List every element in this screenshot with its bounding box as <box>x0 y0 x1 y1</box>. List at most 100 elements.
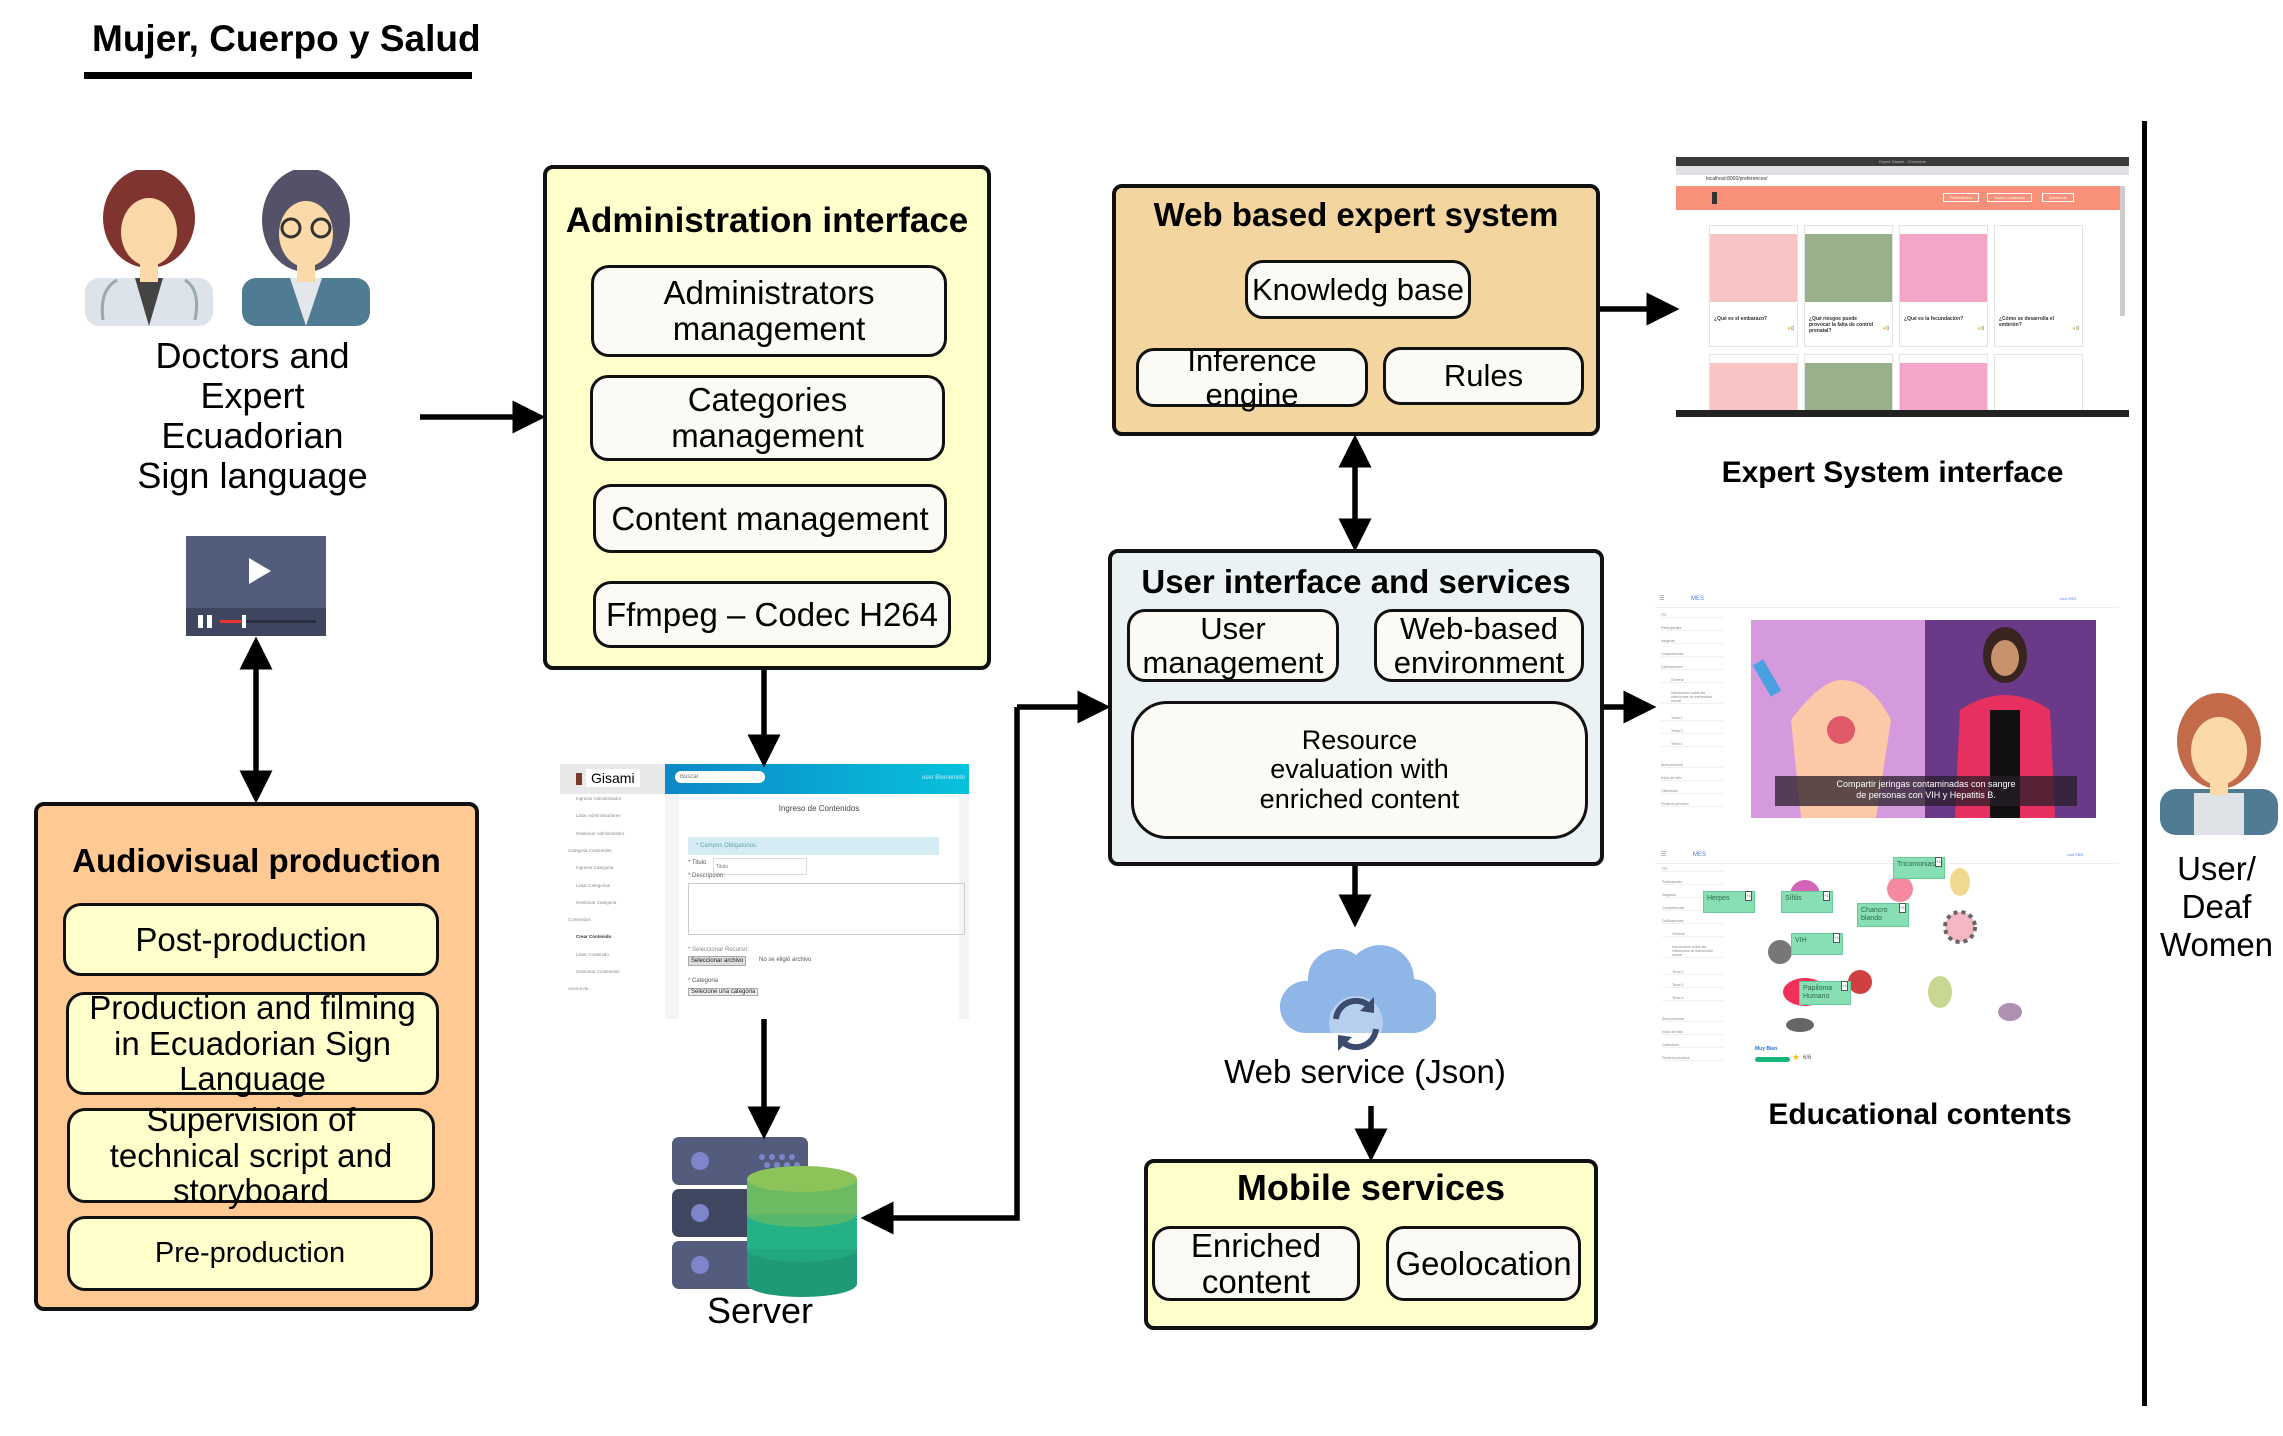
edu-screenshot-caption: Educational contents <box>1768 1098 2072 1131</box>
edu-sidebar-item[interactable]: Tema 4 <box>1661 742 1723 747</box>
nav-preferencias[interactable]: Preferencias <box>1943 193 1980 202</box>
card-image <box>1710 234 1797 302</box>
edu-sidebar-item[interactable]: Inicio del sitio <box>1662 1030 1724 1035</box>
edu-brand: MES <box>1691 596 1705 602</box>
edu-sidebar-item[interactable]: Área personal <box>1662 1017 1724 1022</box>
edu-sidebar-item[interactable]: Ficheros privados <box>1662 1056 1724 1061</box>
scrollbar[interactable] <box>2120 186 2125 316</box>
content-card[interactable] <box>1899 354 1988 416</box>
edu-sidebar-item[interactable]: Insignias <box>1661 639 1723 644</box>
admin-sidebar-item[interactable]: Listar Categorias <box>576 883 610 888</box>
doctors-icon <box>85 170 370 326</box>
address-bar[interactable]: localhost:8000/preferences/ <box>1706 176 1767 182</box>
rating-value: 0 <box>1981 326 1984 332</box>
inference-engine-box: Inference engine <box>1136 344 1368 411</box>
edu-sidebar-item[interactable]: Tema 3 <box>1661 729 1723 734</box>
admin-sidebar-item[interactable]: Ingresar Categoria <box>576 865 613 870</box>
geolocation-box: Geolocation <box>1386 1226 1581 1301</box>
video-subtitle: Compartir jeringas contaminadas con sang… <box>1775 776 2077 806</box>
edu-sidebar-item[interactable]: Calendario <box>1662 1043 1724 1048</box>
score-progress-bar <box>1755 1057 1790 1062</box>
edu-sidebar-item[interactable]: Tema 2 <box>1661 716 1723 721</box>
score-progress-fill <box>1755 1057 1790 1062</box>
content-management-box: Content management <box>593 484 947 553</box>
admin-sidebar-item[interactable]: Crear Contenido <box>576 934 611 939</box>
edu-sidebar-item[interactable]: Competencias <box>1661 652 1723 657</box>
score-value: 6/6 <box>1803 1055 1812 1061</box>
titulo-input[interactable] <box>713 858 807 875</box>
categoria-select[interactable]: Selecione una categoria <box>688 988 759 996</box>
content-card[interactable] <box>1994 354 2083 416</box>
admin-sidebar-item[interactable]: Ingresar Administrador <box>576 796 621 801</box>
edu-sidebar-item[interactable]: Ficheros privados <box>1661 802 1723 807</box>
edu-sidebar-item[interactable]: Introducción sobre las infecciones de tr… <box>1661 691 1723 704</box>
menu-icon[interactable]: ☰ <box>1661 851 1666 858</box>
edu-sidebar-item[interactable]: Inicio del sitio <box>1661 776 1723 781</box>
draggable-tag[interactable]: Sífilis +1 <box>1781 891 1833 913</box>
menu-icon[interactable]: ☰ <box>1659 595 1664 602</box>
video-player-icon <box>186 536 326 636</box>
user-label-line: Women <box>2159 926 2274 963</box>
admin-sidebar-item[interactable]: Listar Contenido <box>576 952 609 957</box>
edu-sidebar-item[interactable]: General <box>1661 678 1723 683</box>
web-based-environment-box: Web-based environment <box>1374 609 1584 682</box>
content-card[interactable]: ¿Qué riesgos puede provocar la falta de … <box>1804 225 1893 347</box>
edu-sidebar-item[interactable]: Participantes <box>1661 626 1723 631</box>
descripcion-label: * Descripción: <box>688 873 726 879</box>
nav-acerca[interactable]: Acerca de <box>2042 193 2075 202</box>
content-card[interactable]: ¿Qué es la fecundación? ★0 <box>1899 225 1988 347</box>
edu-sidebar-item[interactable]: Calificaciones <box>1661 665 1723 670</box>
draggable-tag[interactable]: Papiloma Humano +1 <box>1799 981 1851 1005</box>
card-rating: ★0 <box>2072 326 2079 332</box>
admin-sidebar-item[interactable]: Categoria Contenidos <box>568 848 612 853</box>
edu-user[interactable]: root SSR <box>2067 852 2083 857</box>
edu-sidebar-item[interactable]: Tema 4 <box>1662 996 1724 1001</box>
admin-sidebar-item[interactable]: Contenidos <box>568 917 591 922</box>
edu-sidebar-item[interactable]: General <box>1662 932 1724 937</box>
content-card[interactable] <box>1804 354 1893 416</box>
user-welcome[interactable]: user Bienvenido <box>922 775 965 781</box>
edu-sidebar-item[interactable]: Tema 2 <box>1662 970 1724 975</box>
draggable-tag[interactable]: VIH +1 <box>1791 933 1843 955</box>
site-logo-icon <box>1712 192 1717 204</box>
edu-sidebar-item[interactable]: Área personal <box>1661 763 1723 768</box>
edu-user[interactable]: root SSR <box>2060 596 2076 601</box>
descripcion-textarea[interactable] <box>688 883 965 935</box>
edu-sidebar-item[interactable]: Introducción sobre las infecciones de tr… <box>1662 945 1724 958</box>
admin-sidebar-item[interactable]: Gestionar Administrador <box>576 831 624 836</box>
experts-label: Doctors and Expert Ecuadorian Sign langu… <box>100 336 405 496</box>
content-card[interactable] <box>1709 354 1798 416</box>
edu-sidebar-item[interactable]: ITS <box>1662 867 1724 872</box>
draggable-tag[interactable]: Tricomoniasis +1 <box>1893 857 1945 879</box>
draggable-tag[interactable]: Chancro blando +1 <box>1857 903 1909 927</box>
admin-sidebar-item[interactable]: Acerca de.. <box>568 986 591 991</box>
file-button[interactable]: Seleccionar archivo <box>688 956 747 966</box>
server-label: Server <box>706 1290 814 1331</box>
edu-sidebar-item[interactable]: ITS <box>1661 613 1723 618</box>
admin-title: Administration interface <box>565 201 969 240</box>
nav-nuevo-contenido[interactable]: Nuevo Contenido <box>1987 193 2032 202</box>
card-image <box>1995 363 2082 415</box>
admin-sidebar-item[interactable]: Gestionar Contenidos <box>576 969 620 974</box>
mobile-title: Mobile services <box>1236 1167 1506 1208</box>
experts-label-line: Ecuadorian <box>161 415 344 456</box>
expert-screenshot-caption: Expert System interface <box>1721 456 2064 489</box>
search-input[interactable] <box>675 771 765 783</box>
edu-sidebar-item[interactable]: Calendario <box>1661 789 1723 794</box>
content-card[interactable]: ¿Cómo se desarrolla el embrión? ★0 <box>1994 225 2083 347</box>
edu-video-screenshot: ☰ MES root SSR ITS Participantes Insignias… <box>1655 593 2119 820</box>
draggable-tag[interactable]: Herpes +1 <box>1703 891 1755 913</box>
admin-sidebar-item[interactable]: Gestionar Categoria <box>576 900 616 905</box>
admin-sidebar-item[interactable]: Listar Administradores <box>576 813 621 818</box>
browser-tabs <box>1676 166 2129 175</box>
page-title: Mujer, Cuerpo y Salud <box>92 18 481 59</box>
edu-sidebar: ITS Participantes Insignias Competencias Cal… <box>1657 613 1726 818</box>
admin-screenshot: Gisami user Bienvenido Ingresar Administ… <box>560 764 969 1019</box>
content-card[interactable]: ¿Qué es el embarazo? ★0 <box>1709 225 1798 347</box>
edu-sidebar-item[interactable]: Tema 3 <box>1662 983 1724 988</box>
card-rating: ★0 <box>1977 326 1984 332</box>
card-image <box>1805 363 1892 415</box>
edu-sidebar-item[interactable]: Calificaciones <box>1662 919 1724 924</box>
edu-sidebar-item[interactable]: Participantes <box>1662 880 1724 885</box>
tag-badge: +1 <box>1823 891 1830 901</box>
